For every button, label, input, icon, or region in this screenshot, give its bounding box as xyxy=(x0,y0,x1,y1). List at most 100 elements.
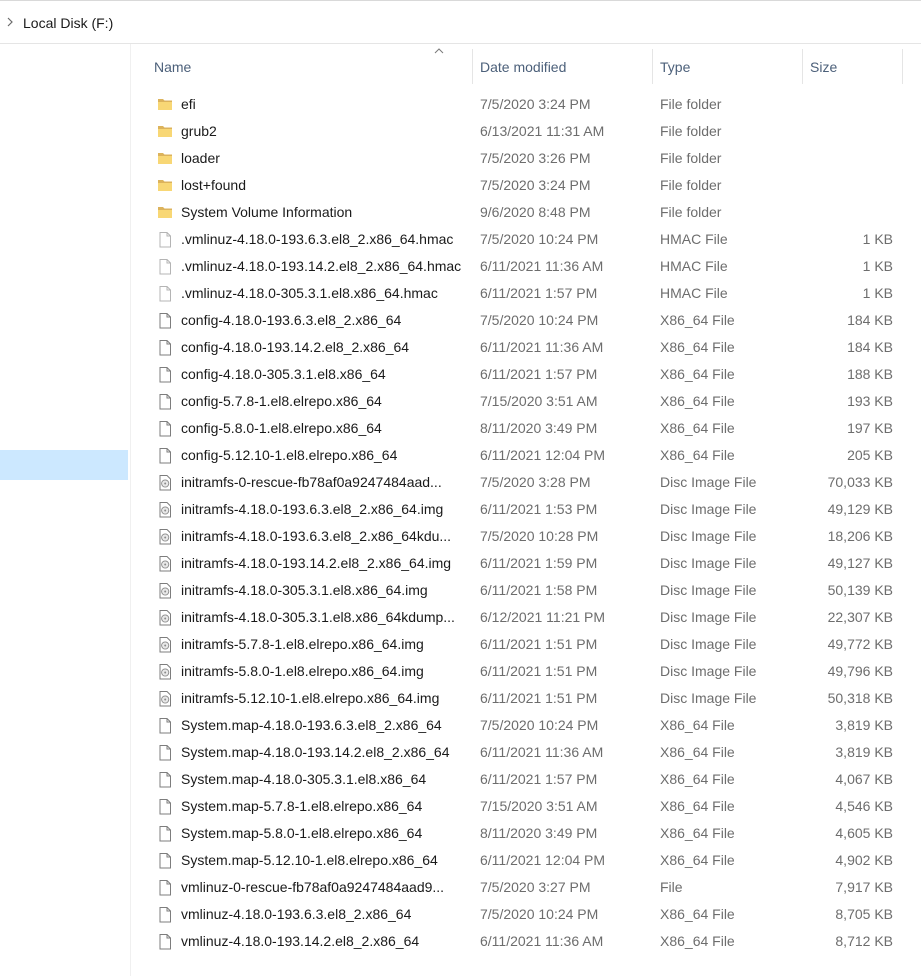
file-row[interactable]: System Volume Information 9/6/2020 8:48 P… xyxy=(131,199,921,226)
file-row[interactable]: initramfs-4.18.0-305.3.1.el8.x86_64kdump… xyxy=(131,604,921,631)
file-row[interactable]: initramfs-5.8.0-1.el8.elrepo.x86_64.img 6… xyxy=(131,658,921,685)
file-name[interactable]: config-4.18.0-305.3.1.el8.x86_64 xyxy=(181,366,386,382)
file-row[interactable]: System.map-4.18.0-193.14.2.el8_2.x86_64 6… xyxy=(131,739,921,766)
column-header-type[interactable]: Type xyxy=(660,59,690,75)
file-row[interactable]: System.map-5.12.10-1.el8.elrepo.x86_64 6/… xyxy=(131,847,921,874)
file-size: 4,902 KB xyxy=(835,852,893,868)
file-size: 197 KB xyxy=(847,420,893,436)
folder-icon xyxy=(157,123,173,140)
file-size: 1 KB xyxy=(862,231,893,247)
file-row[interactable]: .vmlinuz-4.18.0-193.14.2.el8_2.x86_64.hm… xyxy=(131,253,921,280)
file-date-modified: 6/11/2021 11:36 AM xyxy=(480,933,604,949)
file-name[interactable]: System.map-4.18.0-193.14.2.el8_2.x86_64 xyxy=(181,744,450,760)
file-row[interactable]: initramfs-4.18.0-305.3.1.el8.x86_64.img 6… xyxy=(131,577,921,604)
file-row[interactable]: config-5.8.0-1.el8.elrepo.x86_64 8/11/202… xyxy=(131,415,921,442)
column-header-size[interactable]: Size xyxy=(810,59,837,75)
file-name[interactable]: initramfs-5.7.8-1.el8.elrepo.x86_64.img xyxy=(181,636,424,652)
file-name[interactable]: initramfs-4.18.0-305.3.1.el8.x86_64kdump… xyxy=(181,609,455,625)
chevron-right-icon[interactable] xyxy=(5,15,15,29)
disc-image-icon xyxy=(157,663,173,680)
file-row[interactable]: initramfs-4.18.0-193.14.2.el8_2.x86_64.i… xyxy=(131,550,921,577)
file-name[interactable]: initramfs-4.18.0-193.6.3.el8_2.x86_64kdu… xyxy=(181,528,451,544)
file-name[interactable]: System.map-5.12.10-1.el8.elrepo.x86_64 xyxy=(181,852,438,868)
column-divider[interactable] xyxy=(472,49,473,84)
column-divider[interactable] xyxy=(652,49,653,84)
file-name[interactable]: initramfs-5.8.0-1.el8.elrepo.x86_64.img xyxy=(181,663,424,679)
file-name[interactable]: .vmlinuz-4.18.0-193.14.2.el8_2.x86_64.hm… xyxy=(181,258,461,274)
column-header-name[interactable]: Name xyxy=(154,59,191,75)
file-name[interactable]: System.map-4.18.0-305.3.1.el8.x86_64 xyxy=(181,771,426,787)
file-name[interactable]: config-4.18.0-193.14.2.el8_2.x86_64 xyxy=(181,339,409,355)
file-size: 50,318 KB xyxy=(827,690,893,706)
disc-image-icon xyxy=(157,636,173,653)
file-row[interactable]: initramfs-4.18.0-193.6.3.el8_2.x86_64kdu… xyxy=(131,523,921,550)
file-size: 50,139 KB xyxy=(827,582,893,598)
file-row[interactable]: .vmlinuz-4.18.0-193.6.3.el8_2.x86_64.hma… xyxy=(131,226,921,253)
file-type: X86_64 File xyxy=(660,339,735,355)
file-type: Disc Image File xyxy=(660,690,757,706)
file-row[interactable]: vmlinuz-4.18.0-193.14.2.el8_2.x86_64 6/11… xyxy=(131,928,921,955)
file-row[interactable]: .vmlinuz-4.18.0-305.3.1.el8.x86_64.hmac 6… xyxy=(131,280,921,307)
file-icon xyxy=(157,906,173,923)
disc-image-icon xyxy=(157,528,173,545)
file-name[interactable]: config-5.12.10-1.el8.elrepo.x86_64 xyxy=(181,447,397,463)
file-name[interactable]: initramfs-5.12.10-1.el8.elrepo.x86_64.im… xyxy=(181,690,439,706)
file-name[interactable]: initramfs-4.18.0-193.14.2.el8_2.x86_64.i… xyxy=(181,555,451,571)
file-row[interactable]: grub2 6/13/2021 11:31 AM File folder xyxy=(131,118,921,145)
file-name[interactable]: config-4.18.0-193.6.3.el8_2.x86_64 xyxy=(181,312,401,328)
file-name[interactable]: System.map-4.18.0-193.6.3.el8_2.x86_64 xyxy=(181,717,442,733)
file-row[interactable]: initramfs-0-rescue-fb78af0a9247484aad...… xyxy=(131,469,921,496)
column-header-date-modified[interactable]: Date modified xyxy=(480,59,566,75)
file-type: Disc Image File xyxy=(660,636,757,652)
file-name[interactable]: config-5.7.8-1.el8.elrepo.x86_64 xyxy=(181,393,382,409)
file-name[interactable]: initramfs-4.18.0-305.3.1.el8.x86_64.img xyxy=(181,582,428,598)
column-divider[interactable] xyxy=(902,49,903,84)
file-date-modified: 7/5/2020 3:26 PM xyxy=(480,150,591,166)
navigation-pane[interactable] xyxy=(0,44,130,976)
file-name[interactable]: vmlinuz-4.18.0-193.6.3.el8_2.x86_64 xyxy=(181,906,411,922)
file-size: 22,307 KB xyxy=(827,609,893,625)
file-row[interactable]: System.map-4.18.0-193.6.3.el8_2.x86_64 7/… xyxy=(131,712,921,739)
file-name[interactable]: loader xyxy=(181,150,220,166)
file-size: 3,819 KB xyxy=(835,717,893,733)
file-date-modified: 7/15/2020 3:51 AM xyxy=(480,393,598,409)
address-bar[interactable]: Local Disk (F:) xyxy=(0,0,921,44)
file-row[interactable]: System.map-5.8.0-1.el8.elrepo.x86_64 8/11… xyxy=(131,820,921,847)
file-date-modified: 6/11/2021 1:51 PM xyxy=(480,636,598,652)
file-name[interactable]: config-5.8.0-1.el8.elrepo.x86_64 xyxy=(181,420,382,436)
file-row[interactable]: System.map-5.7.8-1.el8.elrepo.x86_64 7/15… xyxy=(131,793,921,820)
file-type: X86_64 File xyxy=(660,366,735,382)
file-name[interactable]: grub2 xyxy=(181,123,217,139)
file-row[interactable]: vmlinuz-4.18.0-193.6.3.el8_2.x86_64 7/5/2… xyxy=(131,901,921,928)
file-name[interactable]: System.map-5.8.0-1.el8.elrepo.x86_64 xyxy=(181,825,422,841)
breadcrumb-local-disk[interactable]: Local Disk (F:) xyxy=(23,15,113,31)
file-icon xyxy=(157,420,173,437)
column-divider[interactable] xyxy=(802,49,803,84)
file-name[interactable]: System Volume Information xyxy=(181,204,352,220)
file-name[interactable]: initramfs-4.18.0-193.6.3.el8_2.x86_64.im… xyxy=(181,501,443,517)
file-name[interactable]: lost+found xyxy=(181,177,246,193)
file-row[interactable]: initramfs-5.12.10-1.el8.elrepo.x86_64.im… xyxy=(131,685,921,712)
file-row[interactable]: loader 7/5/2020 3:26 PM File folder xyxy=(131,145,921,172)
file-row[interactable]: config-5.12.10-1.el8.elrepo.x86_64 6/11/2… xyxy=(131,442,921,469)
file-row[interactable]: System.map-4.18.0-305.3.1.el8.x86_64 6/11… xyxy=(131,766,921,793)
file-row[interactable]: initramfs-4.18.0-193.6.3.el8_2.x86_64.im… xyxy=(131,496,921,523)
file-row[interactable]: config-4.18.0-193.14.2.el8_2.x86_64 6/11/… xyxy=(131,334,921,361)
file-size: 1 KB xyxy=(862,258,893,274)
file-name[interactable]: initramfs-0-rescue-fb78af0a9247484aad... xyxy=(181,474,442,490)
file-row[interactable]: initramfs-5.7.8-1.el8.elrepo.x86_64.img 6… xyxy=(131,631,921,658)
file-row[interactable]: vmlinuz-0-rescue-fb78af0a9247484aad9... 7… xyxy=(131,874,921,901)
file-row[interactable]: efi 7/5/2020 3:24 PM File folder xyxy=(131,91,921,118)
file-row[interactable]: config-5.7.8-1.el8.elrepo.x86_64 7/15/202… xyxy=(131,388,921,415)
file-name[interactable]: .vmlinuz-4.18.0-193.6.3.el8_2.x86_64.hma… xyxy=(181,231,453,247)
file-name[interactable]: vmlinuz-4.18.0-193.14.2.el8_2.x86_64 xyxy=(181,933,419,949)
file-name[interactable]: efi xyxy=(181,96,196,112)
file-row[interactable]: config-4.18.0-305.3.1.el8.x86_64 6/11/202… xyxy=(131,361,921,388)
nav-selected-item[interactable] xyxy=(0,450,128,480)
file-name[interactable]: System.map-5.7.8-1.el8.elrepo.x86_64 xyxy=(181,798,422,814)
file-row[interactable]: config-4.18.0-193.6.3.el8_2.x86_64 7/5/20… xyxy=(131,307,921,334)
file-name[interactable]: vmlinuz-0-rescue-fb78af0a9247484aad9... xyxy=(181,879,444,895)
file-type: X86_64 File xyxy=(660,825,735,841)
file-name[interactable]: .vmlinuz-4.18.0-305.3.1.el8.x86_64.hmac xyxy=(181,285,438,301)
file-row[interactable]: lost+found 7/5/2020 3:24 PM File folder xyxy=(131,172,921,199)
